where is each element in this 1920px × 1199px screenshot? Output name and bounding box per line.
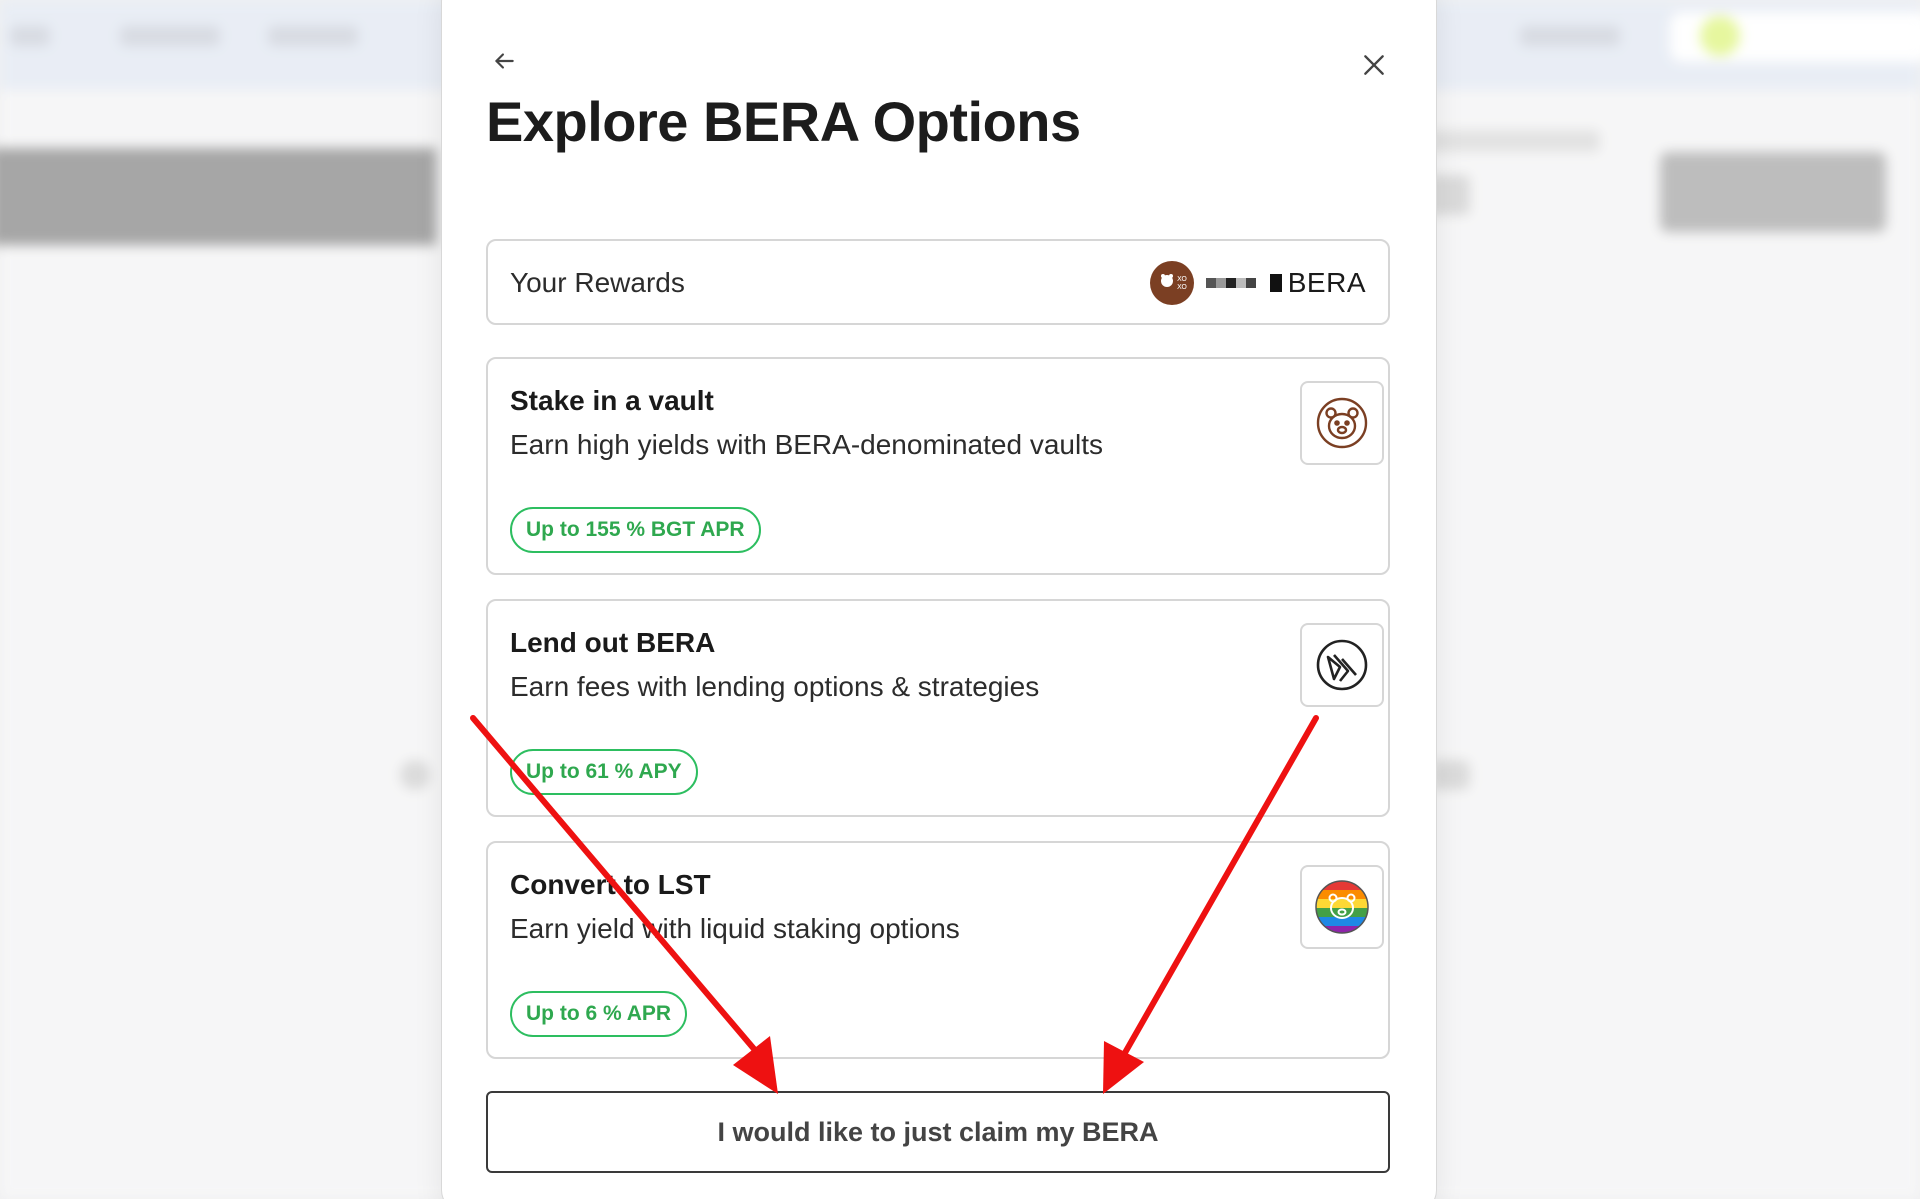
redacted-amount — [1205, 274, 1282, 292]
rewards-amount: XO XO BERA — [1149, 261, 1366, 305]
apr-badge: Up to 155 % BGT APR — [510, 507, 761, 553]
arrow-left-icon — [495, 53, 514, 69]
close-icon — [1364, 55, 1384, 75]
option-description: Earn fees with lending options & strateg… — [510, 671, 1040, 702]
option-title: Stake in a vault — [510, 385, 714, 416]
apr-badge: Up to 6 % APR — [510, 991, 688, 1037]
option-title: Convert to LST — [510, 869, 711, 900]
bera-token-icon: XO XO — [1149, 261, 1194, 305]
rewards-label: Your Rewards — [510, 267, 685, 298]
svg-text:XO: XO — [1177, 275, 1187, 283]
option-lend-bera[interactable]: Lend out BERA Earn fees with lending opt… — [486, 599, 1390, 817]
option-convert-lst[interactable]: Convert to LST Earn yield with liquid st… — [486, 841, 1390, 1059]
rewards-row: Your Rewards XO XO BERA — [486, 239, 1390, 325]
option-description: Earn high yields with BERA-denominated v… — [510, 429, 1103, 460]
bear-face-icon — [1316, 397, 1368, 449]
claim-bera-button[interactable]: I would like to just claim my BERA — [486, 1091, 1390, 1173]
svg-text:XO: XO — [1177, 283, 1187, 291]
option-icon-box — [1300, 381, 1384, 465]
close-button[interactable] — [1352, 43, 1396, 87]
back-button[interactable] — [484, 41, 524, 81]
lending-protocol-icon — [1316, 639, 1368, 691]
apy-badge: Up to 61 % APY — [510, 749, 698, 795]
option-description: Earn yield with liquid staking options — [510, 913, 960, 944]
option-icon-box — [1300, 623, 1384, 707]
explore-options-modal: Explore BERA Options Your Rewards XO XO … — [441, 0, 1437, 1199]
option-icon-box — [1300, 865, 1384, 949]
modal-title: Explore BERA Options — [486, 90, 1081, 153]
option-title: Lend out BERA — [510, 627, 716, 658]
rewards-token-symbol: BERA — [1287, 267, 1366, 298]
option-stake-vault[interactable]: Stake in a vault Earn high yields with B… — [486, 357, 1390, 575]
rainbow-bear-icon — [1315, 880, 1369, 934]
